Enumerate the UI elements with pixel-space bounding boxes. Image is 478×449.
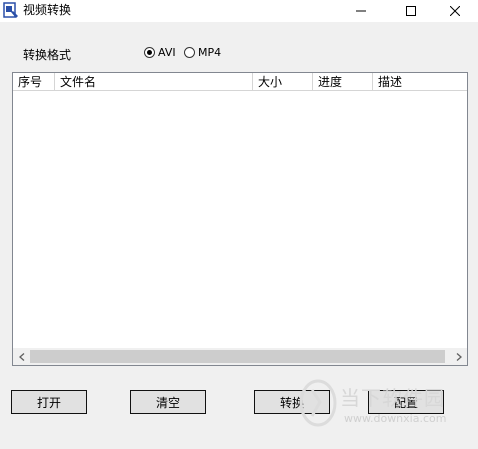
- close-button[interactable]: [432, 0, 478, 22]
- radio-checked-icon: [144, 47, 155, 58]
- horizontal-scrollbar[interactable]: [13, 348, 467, 365]
- maximize-icon: [406, 6, 416, 16]
- chevron-right-icon: [456, 352, 462, 361]
- radio-mp4-label: MP4: [198, 46, 222, 59]
- list-body[interactable]: [13, 92, 467, 348]
- column-header-seq[interactable]: 序号: [13, 73, 55, 91]
- file-list[interactable]: 序号 文件名 大小 进度 描述: [12, 72, 468, 366]
- app-icon: [3, 2, 18, 18]
- scrollbar-thumb[interactable]: [30, 350, 445, 363]
- radio-avi-label: AVI: [158, 46, 176, 59]
- title-bar: 视频转换: [0, 0, 478, 22]
- minimize-icon: [356, 10, 366, 12]
- radio-unchecked-icon: [184, 47, 195, 58]
- scroll-right-button[interactable]: [450, 348, 467, 365]
- clear-button[interactable]: 清空: [130, 390, 206, 414]
- column-header-description[interactable]: 描述: [373, 73, 467, 91]
- chevron-left-icon: [18, 352, 24, 361]
- column-header-filename[interactable]: 文件名: [55, 73, 253, 91]
- watermark-text: 当下软件园: [340, 386, 445, 410]
- close-icon: [450, 6, 460, 16]
- window-title: 视频转换: [23, 3, 72, 17]
- scroll-left-button[interactable]: [13, 348, 30, 365]
- minimize-button[interactable]: [338, 0, 384, 22]
- maximize-button[interactable]: [388, 0, 434, 22]
- radio-mp4[interactable]: MP4: [184, 46, 221, 59]
- radio-avi[interactable]: AVI: [144, 46, 176, 59]
- format-label: 转换格式: [23, 48, 72, 62]
- watermark-logo-icon: [299, 379, 337, 427]
- list-header: 序号 文件名 大小 进度 描述: [13, 73, 467, 91]
- column-header-size[interactable]: 大小: [253, 73, 313, 91]
- open-button[interactable]: 打开: [11, 390, 87, 414]
- watermark-url: www.downxia.com: [344, 412, 447, 425]
- column-header-progress[interactable]: 进度: [313, 73, 373, 91]
